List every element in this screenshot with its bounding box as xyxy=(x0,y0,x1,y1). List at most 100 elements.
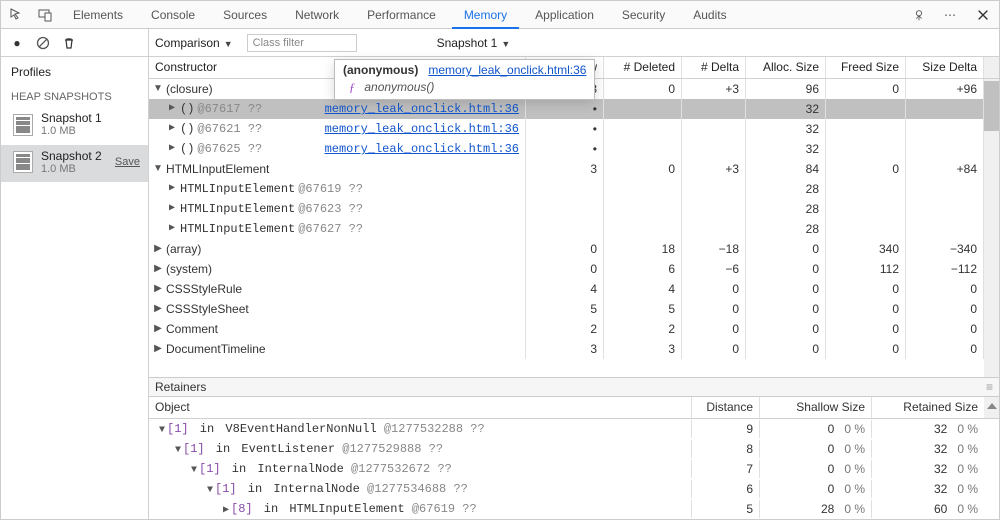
scrollbar[interactable] xyxy=(984,79,999,377)
source-link[interactable]: memory_leak_onclick.html:36 xyxy=(325,141,519,157)
disclosure-closed-icon[interactable]: ▶ xyxy=(167,201,177,217)
retainer-row[interactable]: ▼[1] in InternalNode @1277532672 ??700 %… xyxy=(149,459,999,479)
disclosure-closed-icon[interactable]: ▶ xyxy=(167,181,177,197)
clear-icon[interactable] xyxy=(35,35,51,51)
close-icon[interactable] xyxy=(971,3,995,27)
disclosure-open-icon[interactable]: ▼ xyxy=(153,81,163,97)
view-mode-dropdown[interactable]: Comparison ▼ xyxy=(155,36,233,50)
col-distance[interactable]: Distance xyxy=(692,397,760,418)
device-toggle-icon[interactable] xyxy=(33,3,57,27)
tab-network[interactable]: Network xyxy=(283,1,351,29)
disclosure-open-icon[interactable]: ▼ xyxy=(153,161,163,177)
inspect-icon[interactable] xyxy=(5,3,29,27)
svg-text:ƒ: ƒ xyxy=(349,81,355,93)
baseline-dropdown[interactable]: Snapshot 1 ▼ xyxy=(437,36,511,50)
disclosure-open-icon[interactable]: ▼ xyxy=(173,445,183,456)
disclosure-closed-icon[interactable]: ▶ xyxy=(153,281,163,297)
disclosure-closed-icon[interactable]: ▶ xyxy=(167,221,177,237)
constructor-name: HTMLInputElement xyxy=(180,201,295,217)
disclosure-open-icon[interactable]: ▼ xyxy=(157,425,167,436)
table-row[interactable]: ▶HTMLInputElement @67623 ??28 xyxy=(149,199,999,219)
more-icon[interactable]: ⋯ xyxy=(939,3,963,27)
tab-performance[interactable]: Performance xyxy=(355,1,448,29)
cell-delta xyxy=(682,179,746,199)
delete-icon[interactable] xyxy=(61,35,77,51)
snapshot-save-link[interactable]: Save xyxy=(115,156,140,168)
tab-elements[interactable]: Elements xyxy=(61,1,135,29)
constructor-name: () xyxy=(180,141,194,157)
table-row[interactable]: ▶(array)018−180340−340 xyxy=(149,239,999,259)
disclosure-open-icon[interactable]: ▼ xyxy=(189,465,199,476)
table-row[interactable]: ▶() @67617 ??memory_leak_onclick.html:36… xyxy=(149,99,999,119)
disclosure-closed-icon[interactable]: ▶ xyxy=(153,301,163,317)
scrollbar-thumb[interactable] xyxy=(984,81,999,131)
record-icon[interactable]: ● xyxy=(9,35,25,51)
constructor-name: HTMLInputElement xyxy=(180,181,295,197)
drag-handle-icon[interactable]: ≡ xyxy=(986,380,993,394)
retainers-bar[interactable]: Retainers ≡ xyxy=(149,377,999,397)
disclosure-closed-icon[interactable]: ▶ xyxy=(153,321,163,337)
class-filter-input[interactable]: Class filter xyxy=(247,34,357,52)
table-row[interactable]: ▶(system)06−60112−112 xyxy=(149,259,999,279)
disclosure-closed-icon[interactable]: ▶ xyxy=(153,241,163,257)
view-mode-label: Comparison xyxy=(155,36,220,50)
tab-memory[interactable]: Memory xyxy=(452,1,519,29)
table-row[interactable]: ▶() @67621 ??memory_leak_onclick.html:36… xyxy=(149,119,999,139)
tab-console[interactable]: Console xyxy=(139,1,207,29)
col-object[interactable]: Object xyxy=(149,397,692,418)
snapshot-item-2[interactable]: Snapshot 2 1.0 MB Save xyxy=(1,145,148,183)
snapshot-icon xyxy=(13,114,33,136)
disclosure-closed-icon[interactable]: ▶ xyxy=(167,101,177,117)
tab-application[interactable]: Application xyxy=(523,1,606,29)
tab-audits[interactable]: Audits xyxy=(681,1,738,29)
retainer-row[interactable]: ▶[8] in HTMLInputElement @67619 ??5280 %… xyxy=(149,499,999,519)
cell-shallow: 00 % xyxy=(760,420,872,438)
function-icon: ƒ xyxy=(349,81,361,93)
disclosure-closed-icon[interactable]: ▶ xyxy=(153,261,163,277)
cell-alloc: 28 xyxy=(746,199,826,219)
constructor-name: HTMLInputElement xyxy=(180,221,295,237)
table-row[interactable]: ▼HTMLInputElement30+3840+84 xyxy=(149,159,999,179)
settings-icon[interactable] xyxy=(907,3,931,27)
table-row[interactable]: ▶HTMLInputElement @67627 ??28 xyxy=(149,219,999,239)
cell-sizedelta: 0 xyxy=(906,319,984,339)
retainer-row[interactable]: ▼[1] in EventListener @1277529888 ??800 … xyxy=(149,439,999,459)
cell-delta: 0 xyxy=(682,339,746,359)
cell-alloc: 0 xyxy=(746,259,826,279)
table-row[interactable]: ▶Comment220000 xyxy=(149,319,999,339)
constructor-name: HTMLInputElement xyxy=(166,161,269,177)
table-row[interactable]: ▶HTMLInputElement @67619 ??28 xyxy=(149,179,999,199)
tab-security[interactable]: Security xyxy=(610,1,677,29)
cell-freed: 0 xyxy=(826,339,906,359)
col-alloc[interactable]: Alloc. Size xyxy=(746,57,826,78)
col-freed[interactable]: Freed Size xyxy=(826,57,906,78)
object-address: @67619 ?? xyxy=(298,181,363,197)
profiles-sidebar: ● Profiles HEAP SNAPSHOTS Snapshot 1 1.0… xyxy=(1,29,149,519)
disclosure-closed-icon[interactable]: ▶ xyxy=(167,121,177,137)
tooltip-source-link[interactable]: memory_leak_onclick.html:36 xyxy=(428,63,586,77)
retainer-row[interactable]: ▼[1] in V8EventHandlerNonNull @127753228… xyxy=(149,419,999,439)
heap-snapshots-heading: HEAP SNAPSHOTS xyxy=(1,85,148,107)
table-row[interactable]: ▶() @67625 ??memory_leak_onclick.html:36… xyxy=(149,139,999,159)
disclosure-closed-icon[interactable]: ▶ xyxy=(167,141,177,157)
col-sizedelta[interactable]: Size Delta xyxy=(906,57,984,78)
comparison-view: Comparison ▼ Class filter Snapshot 1 ▼ C… xyxy=(149,29,999,519)
disclosure-closed-icon[interactable]: ▶ xyxy=(153,341,163,357)
tab-sources[interactable]: Sources xyxy=(211,1,279,29)
retainers-title: Retainers xyxy=(155,380,206,394)
col-retained[interactable]: Retained Size xyxy=(872,397,984,418)
col-deleted[interactable]: # Deleted xyxy=(604,57,682,78)
disclosure-open-icon[interactable]: ▼ xyxy=(205,485,215,496)
constructor-name: (closure) xyxy=(166,81,213,97)
table-row[interactable]: ▶CSSStyleSheet550000 xyxy=(149,299,999,319)
table-row[interactable]: ▶DocumentTimeline330000 xyxy=(149,339,999,359)
snapshot-name: Snapshot 2 xyxy=(41,149,102,163)
table-row[interactable]: ▶CSSStyleRule440000 xyxy=(149,279,999,299)
retainer-row[interactable]: ▼[1] in InternalNode @1277534688 ??600 %… xyxy=(149,479,999,499)
source-link[interactable]: memory_leak_onclick.html:36 xyxy=(325,121,519,137)
snapshot-item-1[interactable]: Snapshot 1 1.0 MB xyxy=(1,107,148,145)
source-link[interactable]: memory_leak_onclick.html:36 xyxy=(325,101,519,117)
disclosure-closed-icon[interactable]: ▶ xyxy=(221,504,231,516)
col-shallow[interactable]: Shallow Size xyxy=(760,397,872,418)
col-delta[interactable]: # Delta xyxy=(682,57,746,78)
